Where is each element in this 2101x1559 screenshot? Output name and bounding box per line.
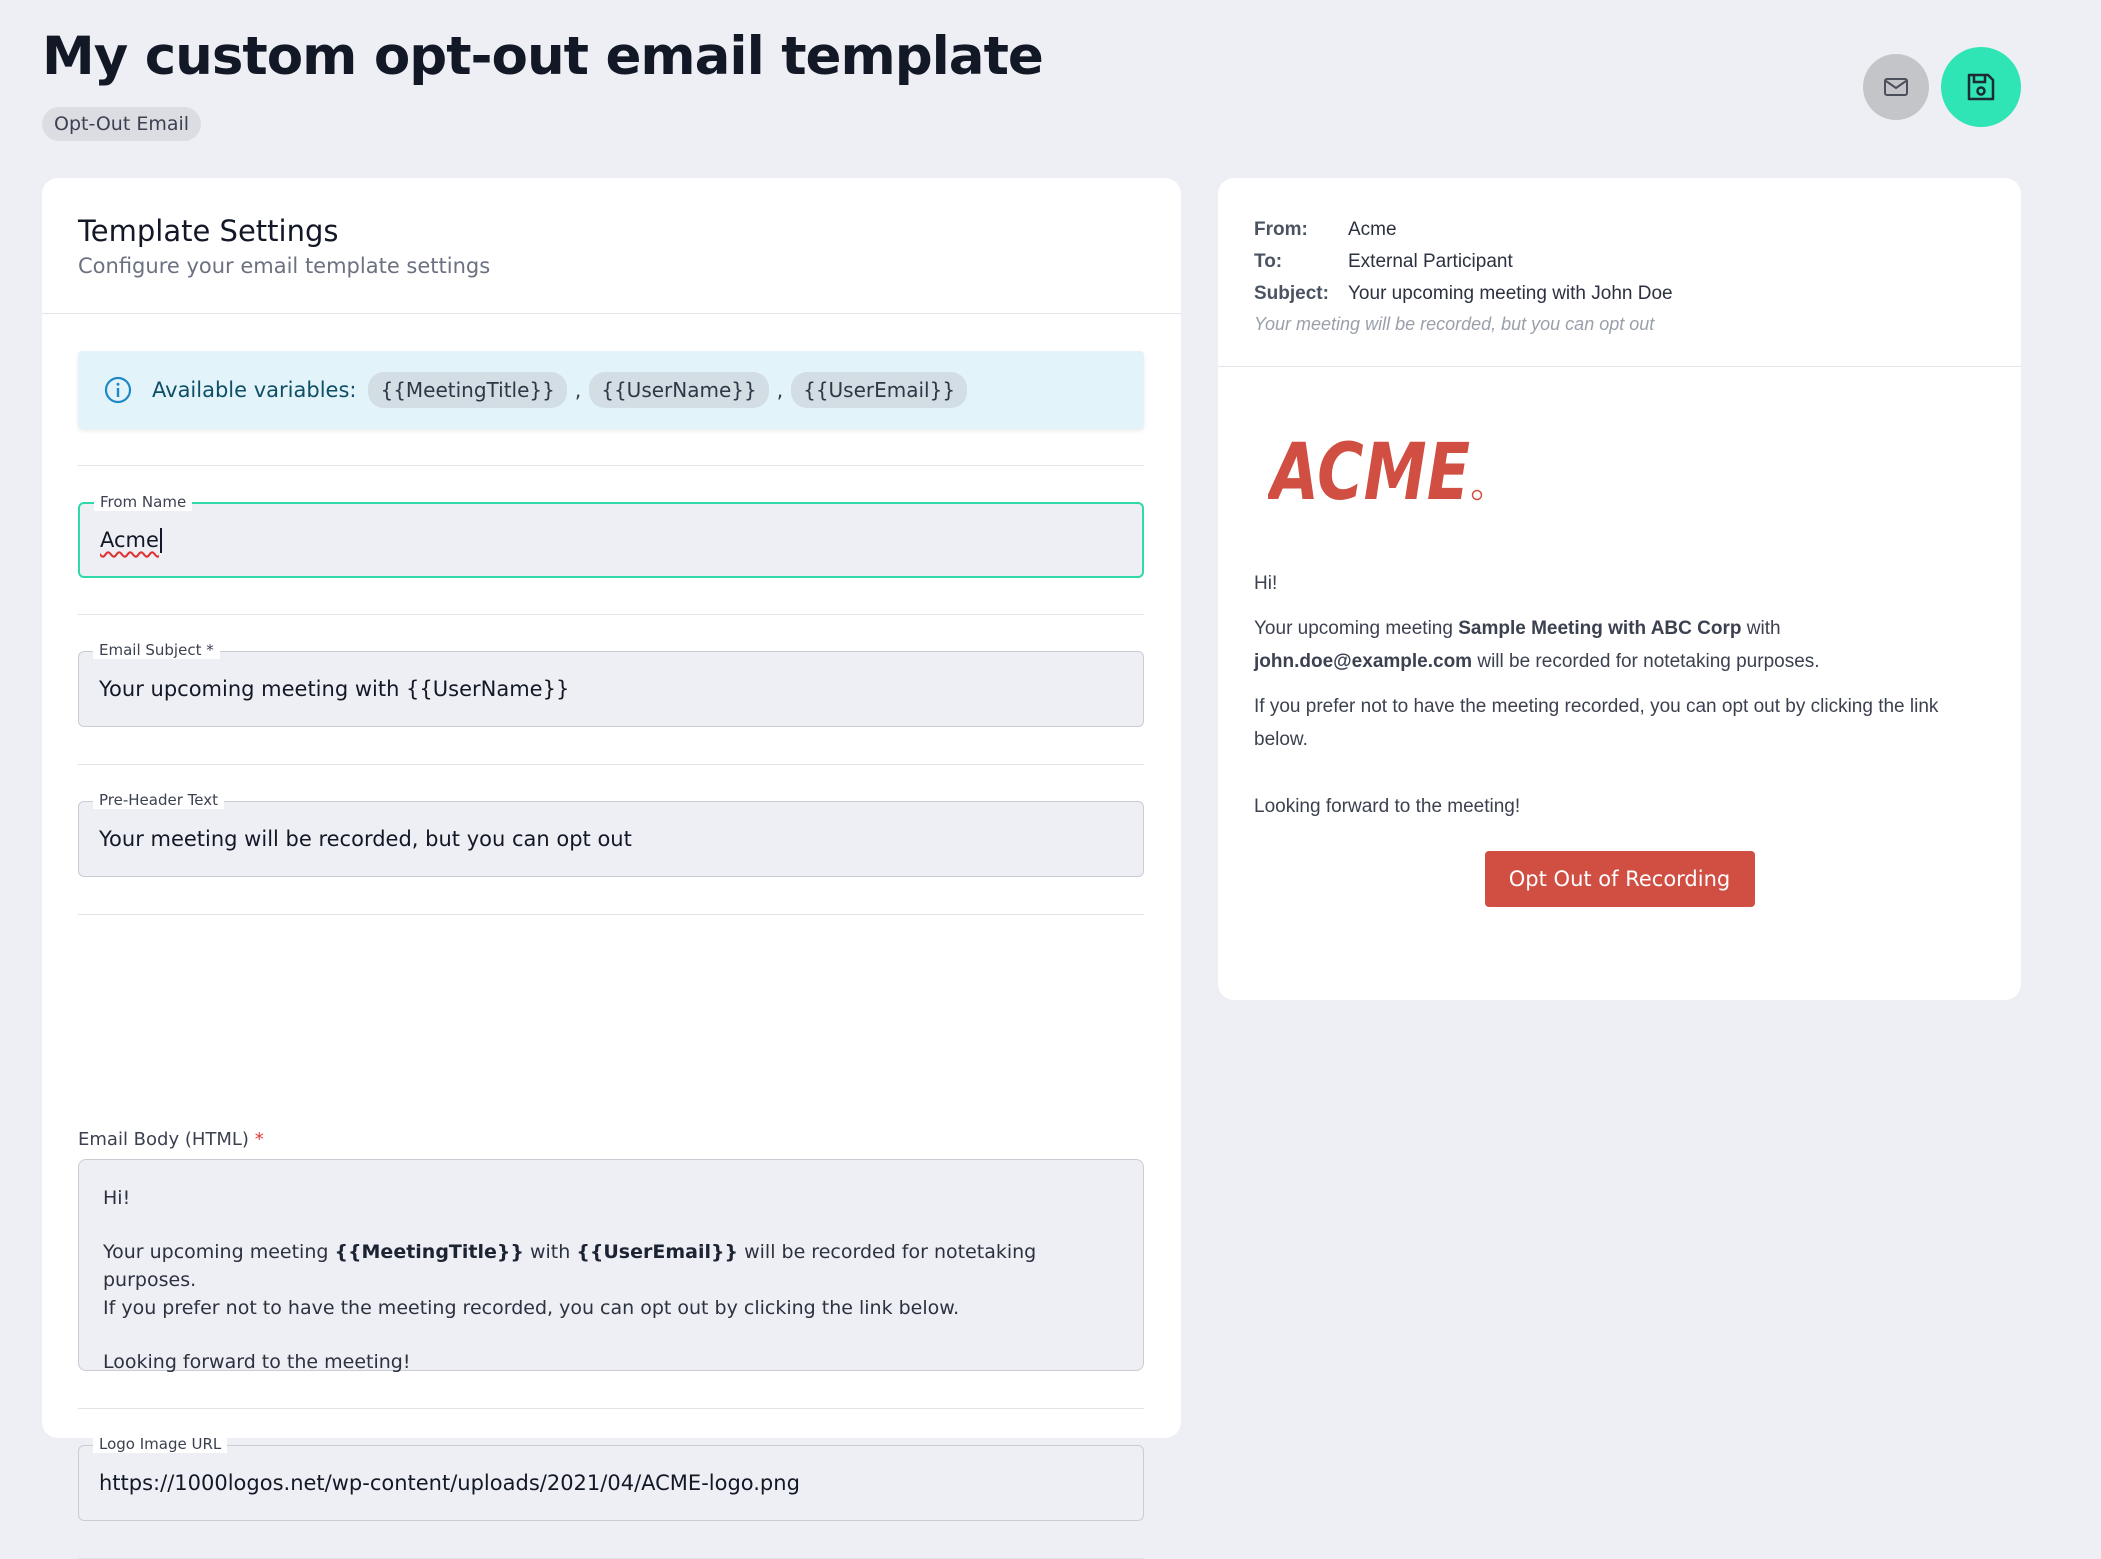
body-greeting: Hi! [103,1187,131,1209]
mail-icon [1884,78,1908,96]
variables-label: Available variables: [152,378,357,402]
logo-url-label: Logo Image URL [93,1435,228,1453]
template-type-badge: Opt-Out Email [42,107,202,141]
opt-out-button[interactable]: Opt Out of Recording [1484,851,1755,907]
email-body-label-text: Email Body (HTML) [78,1129,249,1150]
variable-chip-user-name[interactable]: {{UserName}} [589,372,769,408]
logo-url-value[interactable]: https://1000logos.net/wp-content/uploads… [99,1471,800,1495]
variable-chip-meeting-title[interactable]: {{MeetingTitle}} [368,372,567,408]
page-title: My custom opt-out email template [42,26,1044,87]
required-marker: * [254,1129,264,1150]
meeting-title-value: Sample Meeting with ABC Corp [1458,618,1742,639]
save-icon [1967,73,1995,101]
to-value: External Participant [1348,251,1513,272]
subject-value: Your upcoming meeting with John Doe [1348,283,1673,304]
email-subject-label: Email Subject * [93,641,220,659]
preview-closing: Looking forward to the meeting! [1254,796,1521,817]
text-cursor [159,527,162,553]
email-body-editor[interactable]: Hi! Your upcoming meeting {{MeetingTitle… [78,1159,1144,1373]
divider [78,465,1144,466]
logo-url-field[interactable]: Logo Image URL https://1000logos.net/wp-… [78,1435,1144,1521]
email-subject-value[interactable]: Your upcoming meeting with {{UserName}} [99,677,569,701]
settings-subtitle: Configure your email template settings [78,254,491,278]
template-settings-card: Template Settings Configure your email t… [42,178,1181,1559]
preheader-preview: Your meeting will be recorded, but you c… [1254,314,1655,334]
subject-key: Subject: [1254,283,1329,304]
settings-header: Template Settings Configure your email t… [42,178,1181,314]
user-email-variable: {{UserEmail}} [576,1241,739,1263]
email-subject-field[interactable]: Email Subject * Your upcoming meeting wi… [78,641,1144,727]
preview-greeting: Hi! [1254,573,1278,594]
preview-meta: From: Acme To: External Participant Subjec… [1218,178,2021,367]
variable-chip-user-email[interactable]: {{UserEmail}} [791,372,968,408]
from-name-value[interactable]: Acme [100,528,159,552]
email-body-label: Email Body (HTML) * [78,1129,264,1150]
variable-separator: , [574,378,582,402]
send-test-email-button[interactable] [1863,54,1929,120]
meeting-title-variable: {{MeetingTitle}} [334,1241,524,1263]
body-line-1: Your upcoming meeting {{MeetingTitle}} w… [103,1241,1037,1291]
to-key: To: [1254,251,1283,272]
available-variables-box: Available variables: {{MeetingTitle}} , … [78,351,1144,429]
email-preview-card: From: Acme To: External Participant Subjec… [1218,178,2021,1000]
settings-title: Template Settings [78,214,339,248]
divider [78,764,1144,765]
from-value: Acme [1348,219,1397,240]
from-name-field[interactable]: From Name Acme [78,493,1144,578]
info-icon [104,376,132,404]
acme-logo: ACME [1265,428,1985,518]
body-closing: Looking forward to the meeting! [103,1351,411,1373]
from-name-label: From Name [94,493,193,511]
pre-header-label: Pre-Header Text [93,791,224,809]
pre-header-field[interactable]: Pre-Header Text Your meeting will be rec… [78,791,1144,877]
from-key: From: [1254,219,1308,240]
divider [78,1408,1144,1409]
body-line-2: If you prefer not to have the meeting re… [103,1297,960,1319]
user-email-value: john.doe@example.com [1254,651,1473,672]
divider [78,914,1144,915]
logo-text: ACME [1268,433,1470,505]
save-button[interactable] [1941,47,2021,127]
variable-separator: , [776,378,784,402]
preview-body: ACME Hi! Your upcoming meeting Sample Me… [1218,428,2021,907]
pre-header-value[interactable]: Your meeting will be recorded, but you c… [99,827,632,851]
preview-paragraph-2: If you prefer not to have the meeting re… [1254,696,1939,750]
divider [78,614,1144,615]
preview-paragraph-1: Your upcoming meeting Sample Meeting wit… [1254,618,1820,672]
